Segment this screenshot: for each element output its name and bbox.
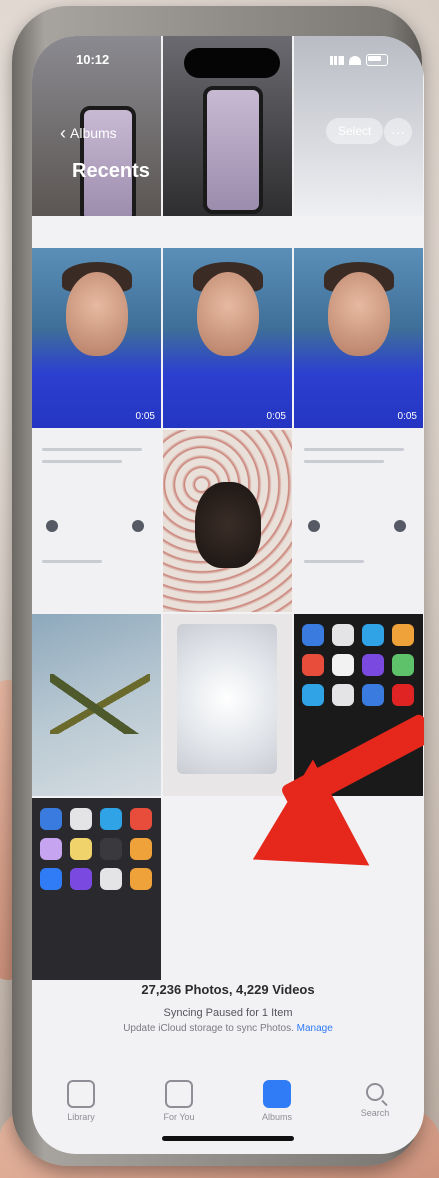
sync-status: Syncing Paused for 1 Item xyxy=(163,1007,293,1019)
ui-dot xyxy=(46,520,58,532)
phone-frame: 10:12 0:05 0:05 0:05 ‹ Albums Recents Se… xyxy=(12,6,424,1166)
ui-line xyxy=(42,560,102,563)
battery-icon xyxy=(366,54,388,66)
grid-photo-5[interactable] xyxy=(32,614,161,796)
chevron-left-icon: ‹ xyxy=(60,123,66,143)
back-label: Albums xyxy=(70,125,117,141)
app-icon xyxy=(130,808,152,830)
video-duration: 0:05 xyxy=(135,411,155,422)
dark-shape xyxy=(195,482,261,568)
ui-line xyxy=(304,560,364,563)
app-icon xyxy=(40,868,62,890)
tab-search[interactable]: Search xyxy=(335,1080,415,1118)
tab-bar: Library For You Albums Search xyxy=(32,1070,424,1154)
photo-scene: 10:12 0:05 0:05 0:05 ‹ Albums Recents Se… xyxy=(0,0,439,1178)
app-icons xyxy=(302,624,414,706)
more-button[interactable]: ··· xyxy=(384,118,412,146)
app-icon xyxy=(40,808,62,830)
grid-screenshot-1[interactable] xyxy=(32,430,161,612)
phone-photo-icon xyxy=(203,86,263,214)
ui-line xyxy=(304,460,384,463)
grid-video-3[interactable]: 0:05 xyxy=(294,248,423,428)
tab-for-you[interactable]: For You xyxy=(139,1080,219,1122)
sync-substatus: Update iCloud storage to sync Photos. Ma… xyxy=(32,1023,424,1034)
app-icon xyxy=(302,654,324,676)
app-icon xyxy=(362,624,384,646)
grid-video-1[interactable]: 0:05 xyxy=(32,248,161,428)
grid-video-2[interactable]: 0:05 xyxy=(163,248,292,428)
phone-screen: 10:12 0:05 0:05 0:05 ‹ Albums Recents Se… xyxy=(32,36,424,1154)
app-icon xyxy=(100,808,122,830)
app-icon xyxy=(332,624,354,646)
face-shape xyxy=(328,272,390,356)
status-time: 10:12 xyxy=(76,52,110,67)
library-icon xyxy=(67,1080,95,1108)
app-icon xyxy=(40,838,62,860)
sync-sub-text: Update iCloud storage to sync Photos. xyxy=(123,1023,294,1034)
app-icon xyxy=(130,868,152,890)
grid-screenshot-2[interactable] xyxy=(294,430,423,612)
tab-albums[interactable]: Albums xyxy=(237,1080,317,1122)
for-you-icon xyxy=(165,1080,193,1108)
library-summary: 27,236 Photos, 4,229 Videos Syncing Paus… xyxy=(32,982,424,1034)
page-title: Recents xyxy=(72,160,150,182)
face-shape xyxy=(66,272,128,356)
app-icon xyxy=(332,654,354,676)
app-icon xyxy=(362,684,384,706)
app-icons xyxy=(40,808,152,890)
photo-count: 27,236 Photos, 4,229 Videos xyxy=(141,982,315,997)
app-icon xyxy=(302,624,324,646)
tab-library[interactable]: Library xyxy=(41,1080,121,1122)
app-icon xyxy=(70,808,92,830)
grid-photo-4[interactable] xyxy=(163,430,292,612)
select-button[interactable]: Select xyxy=(326,118,384,144)
red-arrow-overlay xyxy=(224,712,424,913)
face-shape xyxy=(197,272,259,356)
app-icon xyxy=(362,654,384,676)
ui-dot xyxy=(394,520,406,532)
tab-label: For You xyxy=(163,1112,195,1122)
ui-dot xyxy=(132,520,144,532)
ui-line xyxy=(42,448,142,451)
back-button[interactable]: ‹ Albums xyxy=(60,124,117,142)
wifi-icon xyxy=(349,55,361,65)
more-icon: ··· xyxy=(391,124,405,140)
app-icon xyxy=(302,684,324,706)
branch-shape xyxy=(50,674,150,734)
albums-icon xyxy=(263,1080,291,1108)
signal-icon xyxy=(330,55,344,65)
app-icon xyxy=(392,624,414,646)
search-icon xyxy=(366,1083,384,1101)
app-icon xyxy=(70,838,92,860)
manage-link[interactable]: Manage xyxy=(297,1023,333,1034)
status-icons xyxy=(330,54,388,66)
tab-label: Library xyxy=(67,1112,95,1122)
tab-label: Albums xyxy=(261,1112,292,1122)
tab-label: Search xyxy=(360,1108,390,1118)
app-icon xyxy=(130,838,152,860)
ui-line xyxy=(304,448,404,451)
ui-line xyxy=(42,460,122,463)
app-icon xyxy=(100,868,122,890)
app-icon xyxy=(392,684,414,706)
app-icon xyxy=(332,684,354,706)
app-icon xyxy=(392,654,414,676)
video-duration: 0:05 xyxy=(397,411,417,422)
grid-screenshot-4[interactable] xyxy=(32,798,161,980)
home-indicator[interactable] xyxy=(162,1136,294,1141)
app-icon xyxy=(100,838,122,860)
dynamic-island xyxy=(184,48,280,78)
ui-dot xyxy=(308,520,320,532)
app-icon xyxy=(70,868,92,890)
video-duration: 0:05 xyxy=(266,411,286,422)
